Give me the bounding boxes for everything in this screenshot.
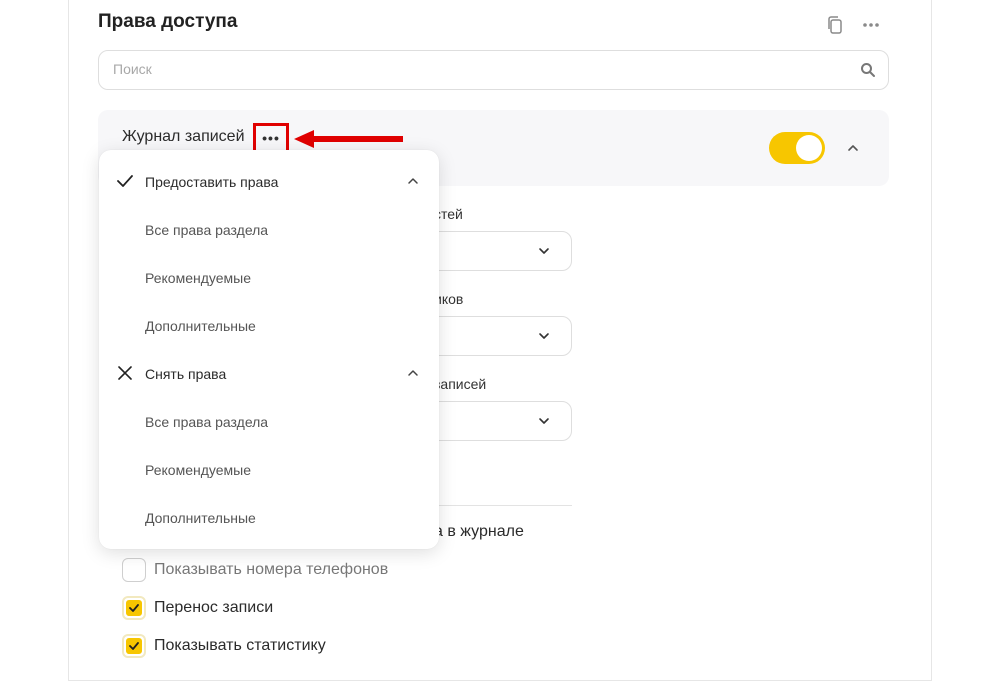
menu-item-revoke-recommended[interactable]: Рекомендуемые — [99, 446, 439, 494]
menu-item-grant-rights[interactable]: Предоставить права — [99, 158, 439, 206]
select-2[interactable] — [424, 316, 572, 356]
chevron-down-icon — [539, 333, 549, 339]
menu-item-revoke-rights[interactable]: Снять права — [99, 350, 439, 398]
collapse-chevron-icon[interactable] — [846, 141, 860, 155]
menu-item-label: Рекомендуемые — [145, 270, 251, 286]
menu-item-grant-recommended[interactable]: Рекомендуемые — [99, 254, 439, 302]
menu-item-label: Все права раздела — [145, 414, 269, 430]
menu-item-revoke-all[interactable]: Все права раздела — [99, 398, 439, 446]
copy-icon[interactable] — [824, 14, 846, 36]
field-label-3: записей — [434, 376, 487, 392]
toggle-knob — [796, 135, 822, 161]
chevron-down-icon — [539, 248, 549, 254]
page-title: Права доступа — [98, 11, 238, 32]
checkbox-move-record[interactable]: Перенос записи — [122, 596, 273, 620]
checkbox-label: Показывать номера телефонов — [154, 561, 389, 578]
more-horizontal-icon[interactable] — [860, 14, 882, 36]
menu-item-grant-additional[interactable]: Дополнительные — [99, 302, 439, 350]
divider — [420, 505, 572, 506]
checkbox[interactable] — [122, 634, 146, 658]
close-icon — [118, 366, 132, 380]
menu-item-label: Снять права — [145, 366, 227, 382]
search-field[interactable] — [98, 50, 889, 90]
menu-item-grant-all[interactable]: Все права раздела — [99, 206, 439, 254]
journal-subsection-label: а в журнале — [434, 523, 524, 540]
checkbox-show-stats[interactable]: Показывать статистику — [122, 634, 326, 658]
menu-item-label: Все права раздела — [145, 222, 269, 238]
search-input[interactable] — [99, 51, 839, 87]
section-toggle[interactable] — [769, 132, 825, 164]
annotation-arrow — [294, 130, 403, 148]
menu-item-revoke-additional[interactable]: Дополнительные — [99, 494, 439, 542]
rights-dropdown-menu: Предоставить права Все права раздела Рек… — [99, 150, 439, 549]
check-icon — [126, 638, 142, 654]
search-icon[interactable] — [860, 62, 876, 78]
menu-item-label: Предоставить права — [145, 174, 279, 190]
select-3[interactable] — [424, 401, 572, 441]
chevron-up-icon — [408, 178, 418, 184]
more-dots-icon: ••• — [262, 130, 280, 146]
chevron-down-icon — [539, 418, 549, 424]
check-icon — [126, 600, 142, 616]
menu-item-label: Дополнительные — [145, 318, 256, 334]
menu-item-label: Рекомендуемые — [145, 462, 251, 478]
checkbox-show-phones[interactable]: Показывать номера телефонов — [122, 558, 388, 582]
check-icon — [117, 175, 133, 187]
section-more-button[interactable]: ••• — [253, 123, 289, 153]
chevron-up-icon — [408, 370, 418, 376]
checkbox[interactable] — [122, 596, 146, 620]
section-title: Журнал записей — [122, 128, 245, 145]
checkbox[interactable] — [122, 558, 146, 582]
menu-item-label: Дополнительные — [145, 510, 256, 526]
select-1[interactable] — [424, 231, 572, 271]
checkbox-label: Перенос записи — [154, 599, 274, 616]
checkbox-label: Показывать статистику — [154, 637, 326, 654]
